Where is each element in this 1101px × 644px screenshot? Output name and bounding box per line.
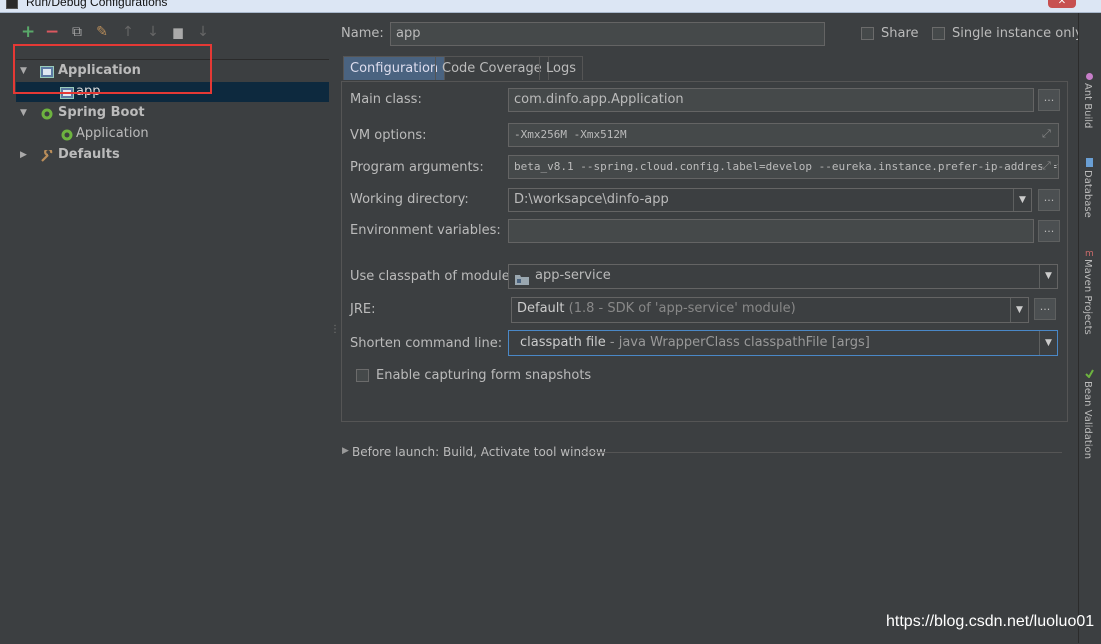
ant-build-icon	[1085, 70, 1094, 80]
before-launch-label[interactable]: Before launch: Build, Activate tool wind…	[352, 445, 606, 459]
bean-validation-icon	[1085, 367, 1094, 379]
working-directory-value: D:\worksapce\dinfo-app	[514, 192, 669, 207]
classpath-module-label: Use classpath of module:	[350, 269, 515, 284]
window-title: Run/Debug Configurations	[26, 0, 168, 9]
wrench-icon[interactable]: ✎	[95, 25, 109, 39]
svg-text:m: m	[1085, 249, 1094, 256]
main-class-field[interactable]: com.dinfo.app.Application	[508, 88, 1034, 112]
tree-item-spring-application[interactable]: Application	[16, 124, 329, 144]
side-tab-bean-validation[interactable]: Bean Validation	[1082, 381, 1093, 459]
sort-icon[interactable]: ↓	[196, 25, 210, 39]
shorten-command-line-hint: - java WrapperClass classpathFile [args]	[609, 335, 870, 350]
environment-variables-browse-button[interactable]: ...	[1038, 220, 1060, 242]
shorten-command-line-value: classpath file	[520, 335, 606, 350]
vm-options-field[interactable]: -Xmx256M -Xmx512M ⤢	[508, 123, 1059, 147]
side-tab-ant-build[interactable]: Ant Build	[1082, 83, 1093, 128]
collapse-arrow-icon[interactable]: ▶	[20, 145, 30, 165]
classpath-module-value: app-service	[535, 268, 611, 283]
chevron-down-icon[interactable]: ▼	[1039, 331, 1057, 355]
name-field[interactable]: app	[390, 22, 825, 46]
shorten-command-line-combo[interactable]: classpath file - java WrapperClass class…	[508, 330, 1058, 356]
jre-label: JRE:	[350, 302, 376, 317]
single-instance-checkbox[interactable]	[932, 27, 945, 40]
tree-item-defaults[interactable]: ▶ Defaults	[16, 145, 329, 165]
program-arguments-value: beta_v8.1 --spring.cloud.config.label=de…	[514, 160, 1059, 173]
main-class-browse-button[interactable]: ...	[1038, 89, 1060, 111]
spring-boot-icon	[40, 107, 54, 120]
program-arguments-field[interactable]: beta_v8.1 --spring.cloud.config.label=de…	[508, 155, 1059, 179]
enable-capturing-checkbox[interactable]	[356, 369, 369, 382]
share-label: Share	[881, 26, 919, 41]
jre-hint: (1.8 - SDK of 'app-service' module)	[568, 301, 796, 316]
working-directory-label: Working directory:	[350, 192, 469, 207]
enable-capturing-label: Enable capturing form snapshots	[376, 368, 592, 383]
expand-icon[interactable]: ⤢	[1042, 128, 1054, 140]
tree-item-spring-boot[interactable]: ▼ Spring Boot	[16, 103, 329, 123]
single-instance-label: Single instance only	[952, 26, 1083, 41]
working-directory-browse-button[interactable]: ...	[1038, 189, 1060, 211]
side-tab-maven-projects[interactable]: Maven Projects	[1082, 259, 1093, 335]
chevron-down-icon[interactable]: ▼	[1039, 265, 1057, 288]
tab-code-coverage[interactable]: Code Coverage	[435, 56, 549, 80]
share-checkbox[interactable]	[861, 27, 874, 40]
side-tab-database[interactable]: Database	[1082, 170, 1093, 218]
chevron-down-icon[interactable]: ▼	[1013, 189, 1031, 211]
move-down-icon[interactable]: ↓	[146, 25, 160, 39]
tree-item-label: Defaults	[58, 147, 120, 162]
environment-variables-field[interactable]	[508, 219, 1034, 243]
module-folder-icon	[515, 271, 529, 285]
expand-icon[interactable]: ⤢	[1042, 160, 1054, 172]
before-launch-expand-icon[interactable]: ▶	[342, 446, 349, 456]
vm-options-value: -Xmx256M -Xmx512M	[514, 128, 627, 141]
before-launch-separator	[582, 452, 1062, 453]
window-title-bar: Run/Debug Configurations ✕	[0, 0, 1101, 13]
shorten-command-line-label: Shorten command line:	[350, 336, 503, 351]
configurations-tree-panel: + − ⧉ ✎ ↑ ↓ ▆ ↓ ▼ Application app ▼ Spri…	[0, 13, 329, 644]
name-label: Name:	[341, 26, 384, 41]
spring-boot-icon	[60, 128, 74, 141]
tool-window-strip: Ant Build Database m Maven Projects Bean…	[1078, 13, 1101, 643]
vm-options-label: VM options:	[350, 128, 427, 143]
add-icon[interactable]: +	[21, 24, 35, 41]
watermark-url: https://blog.csdn.net/luoluo01	[886, 613, 1095, 630]
classpath-module-combo[interactable]: app-service ▼	[508, 264, 1058, 289]
tab-logs[interactable]: Logs	[539, 56, 583, 80]
tree-item-label: Application	[76, 126, 149, 141]
window-close-button[interactable]: ✕	[1048, 0, 1076, 8]
annotation-highlight-box	[13, 44, 212, 94]
copy-icon[interactable]: ⧉	[70, 25, 84, 39]
remove-icon[interactable]: −	[45, 24, 59, 41]
program-arguments-label: Program arguments:	[350, 160, 484, 175]
maven-icon: m	[1085, 245, 1094, 259]
working-directory-combo[interactable]: D:\worksapce\dinfo-app ▼	[508, 188, 1032, 212]
jre-combo[interactable]: Default (1.8 - SDK of 'app-service' modu…	[511, 297, 1029, 323]
jre-browse-button[interactable]: ...	[1034, 298, 1056, 320]
tree-item-label: Spring Boot	[58, 105, 145, 120]
chevron-down-icon[interactable]: ▼	[1010, 298, 1028, 322]
folder-icon[interactable]: ▆	[171, 25, 185, 39]
database-icon	[1085, 156, 1094, 167]
main-class-label: Main class:	[350, 92, 422, 107]
expand-arrow-icon[interactable]: ▼	[20, 103, 30, 123]
intellij-app-icon	[6, 0, 18, 9]
tab-configuration[interactable]: Configuration	[343, 56, 446, 80]
configurations-tree: ▼ Application app ▼ Spring Boot Applicat…	[16, 59, 329, 644]
jre-value: Default	[517, 301, 565, 316]
environment-variables-label: Environment variables:	[350, 223, 501, 238]
wrench-icon	[40, 147, 54, 162]
move-up-icon[interactable]: ↑	[121, 25, 135, 39]
panel-splitter[interactable]: ⋮	[329, 13, 340, 643]
